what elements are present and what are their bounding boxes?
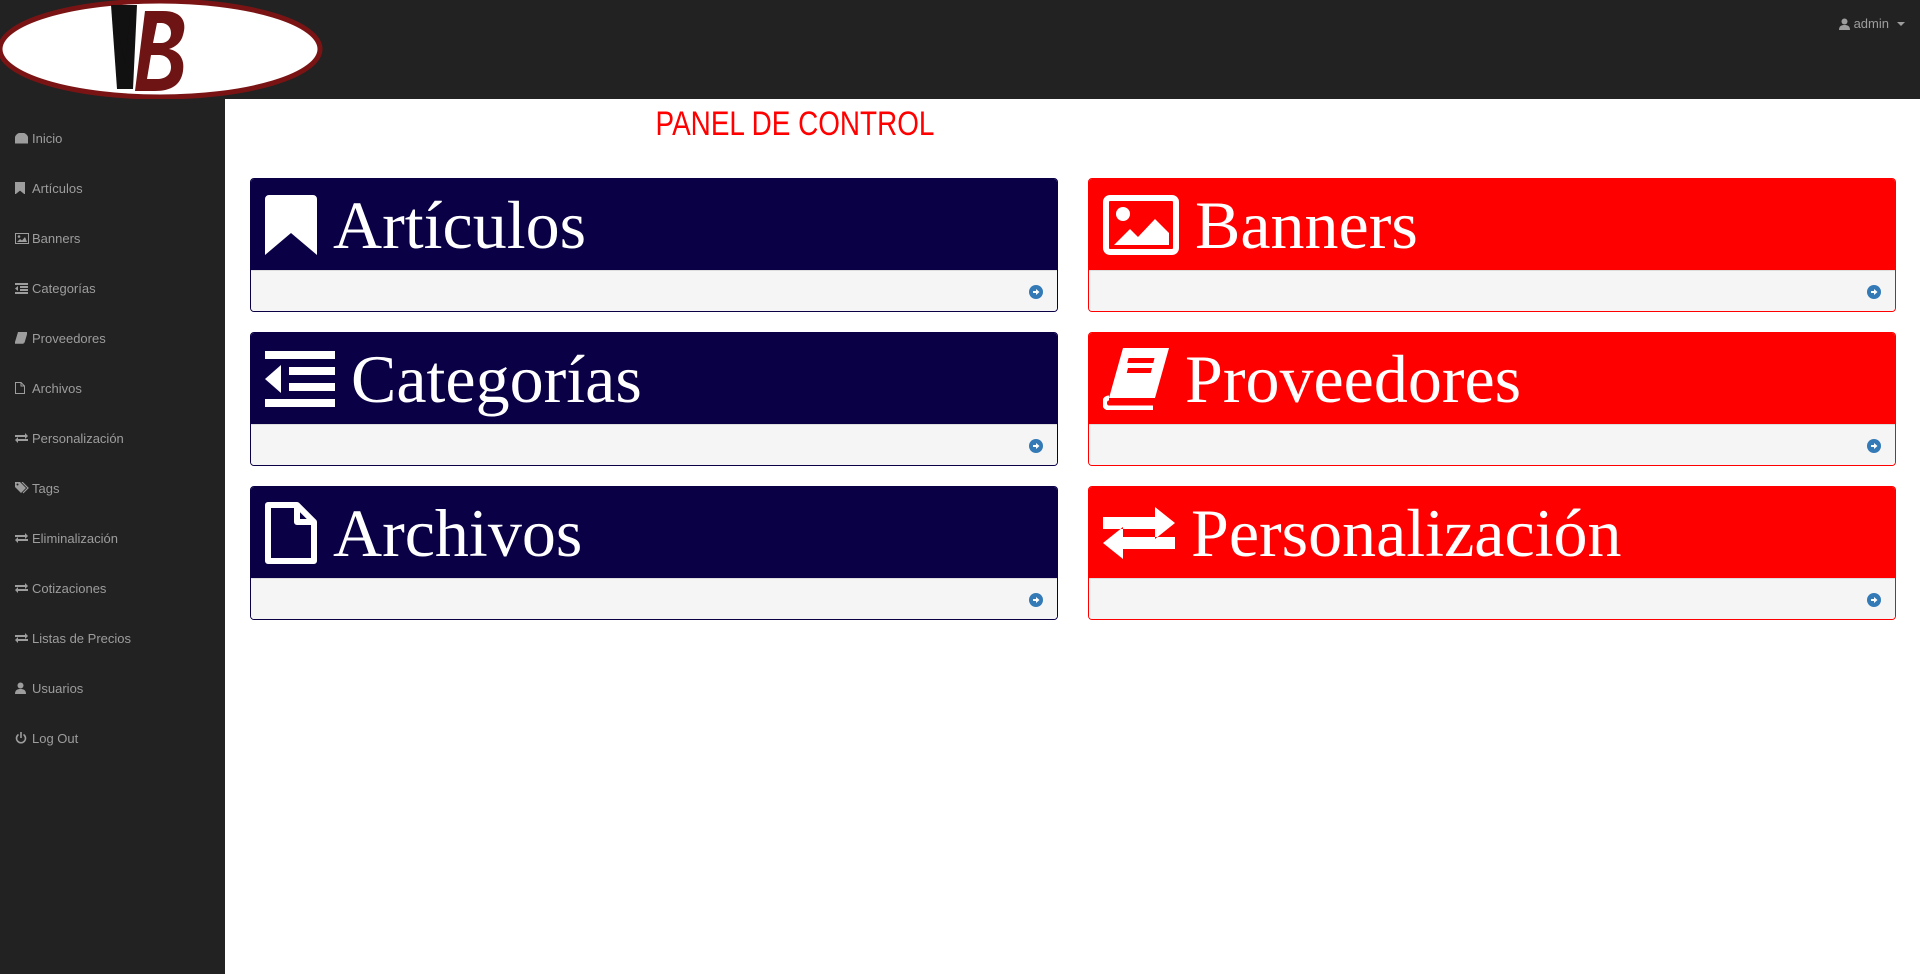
panel-label: Personalización bbox=[1191, 494, 1622, 571]
panel-articulos[interactable]: Artículos bbox=[250, 178, 1058, 312]
panel-archivos[interactable]: Archivos bbox=[250, 486, 1058, 620]
panel-label: Categorías bbox=[351, 340, 642, 417]
sidebar-item-label: Proveedores bbox=[32, 330, 106, 346]
panel-label: Artículos bbox=[333, 186, 587, 263]
top-navbar: admin bbox=[0, 0, 1920, 100]
sidebar-item-categorias[interactable]: Categorías bbox=[0, 263, 225, 313]
bookmark-icon bbox=[265, 194, 317, 255]
panel-footer[interactable] bbox=[1089, 424, 1895, 465]
list-indent-icon bbox=[265, 350, 335, 407]
panel-heading: Categorías bbox=[251, 333, 1057, 424]
brand-logo[interactable] bbox=[0, 0, 325, 100]
image-icon bbox=[15, 232, 29, 245]
file-icon bbox=[15, 382, 29, 395]
panel-heading: Artículos bbox=[251, 179, 1057, 270]
panel-proveedores[interactable]: Proveedores bbox=[1088, 332, 1896, 466]
sidebar-item-label: Cotizaciones bbox=[32, 580, 107, 596]
sidebar-item-tags[interactable]: Tags bbox=[0, 463, 225, 513]
sidebar-item-archivos[interactable]: Archivos bbox=[0, 363, 225, 413]
user-icon bbox=[1838, 18, 1850, 30]
sidebar-item-banners[interactable]: Banners bbox=[0, 213, 225, 263]
sidebar-item-usuarios[interactable]: Usuarios bbox=[0, 663, 225, 713]
sidebar-item-label: Personalización bbox=[32, 430, 124, 446]
sidebar-item-label: Log Out bbox=[32, 730, 79, 746]
panel-categorias[interactable]: Categorías bbox=[250, 332, 1058, 466]
sidebar-item-listas-de-precios[interactable]: Listas de Precios bbox=[0, 613, 225, 663]
exchange-icon bbox=[15, 582, 29, 595]
panel-footer[interactable] bbox=[1089, 578, 1895, 619]
sidebar-item-log-out[interactable]: Log Out bbox=[0, 713, 225, 763]
exchange-icon bbox=[1103, 506, 1175, 559]
panel-personalizacion[interactable]: Personalización bbox=[1088, 486, 1896, 620]
panel-footer[interactable] bbox=[251, 578, 1057, 619]
panel-label: Archivos bbox=[333, 494, 583, 571]
bookmark-icon bbox=[15, 182, 29, 195]
arrow-circle-right-icon[interactable] bbox=[1029, 439, 1043, 453]
page-title: PANEL DE CONTROL bbox=[655, 105, 935, 143]
sidebar-item-label: Artículos bbox=[32, 180, 83, 196]
panel-label: Banners bbox=[1195, 186, 1418, 263]
sidebar-item-label: Banners bbox=[32, 230, 81, 246]
panel-heading: Proveedores bbox=[1089, 333, 1895, 424]
exchange-icon bbox=[15, 632, 29, 645]
panel-footer[interactable] bbox=[251, 270, 1057, 311]
power-icon bbox=[15, 732, 29, 745]
sidebar-item-personalizacion[interactable]: Personalización bbox=[0, 413, 225, 463]
panel-heading: Archivos bbox=[251, 487, 1057, 578]
arrow-circle-right-icon[interactable] bbox=[1029, 285, 1043, 299]
sidebar-item-inicio[interactable]: Inicio bbox=[0, 113, 225, 163]
sidebar-item-articulos[interactable]: Artículos bbox=[0, 163, 225, 213]
arrow-circle-right-icon[interactable] bbox=[1867, 439, 1881, 453]
caret-down-icon bbox=[1897, 21, 1905, 26]
sidebar-item-proveedores[interactable]: Proveedores bbox=[0, 313, 225, 363]
arrow-circle-right-icon[interactable] bbox=[1867, 593, 1881, 607]
panel-heading: Personalización bbox=[1089, 487, 1895, 578]
exchange-icon bbox=[15, 432, 29, 445]
panel-footer[interactable] bbox=[251, 424, 1057, 465]
panel-label: Proveedores bbox=[1185, 340, 1522, 417]
sidebar-item-label: Archivos bbox=[32, 380, 82, 396]
sidebar-item-label: Categorías bbox=[32, 280, 96, 296]
arrow-circle-right-icon[interactable] bbox=[1867, 285, 1881, 299]
sidebar-item-label: Inicio bbox=[32, 130, 63, 146]
sidebar: Inicio Artículos Banners Categorías Prov… bbox=[0, 99, 225, 974]
panel-footer[interactable] bbox=[1089, 270, 1895, 311]
file-icon bbox=[265, 501, 317, 564]
book-icon bbox=[15, 332, 29, 345]
list-indent-icon bbox=[15, 282, 29, 295]
sidebar-item-label: Listas de Precios bbox=[32, 630, 131, 646]
user-menu-label: admin bbox=[1853, 16, 1889, 31]
user-icon bbox=[15, 682, 29, 695]
dashboard-icon bbox=[15, 132, 29, 145]
sidebar-item-label: Usuarios bbox=[32, 680, 84, 696]
sidebar-item-label: Tags bbox=[32, 480, 60, 496]
arrow-circle-right-icon[interactable] bbox=[1029, 593, 1043, 607]
tags-icon bbox=[15, 482, 29, 495]
panel-heading: Banners bbox=[1089, 179, 1895, 270]
book-icon bbox=[1103, 347, 1169, 410]
sidebar-item-cotizaciones[interactable]: Cotizaciones bbox=[0, 563, 225, 613]
exchange-icon bbox=[15, 532, 29, 545]
sidebar-item-label: Eliminalización bbox=[32, 530, 118, 546]
image-icon bbox=[1103, 194, 1179, 255]
user-menu-dropdown[interactable]: admin bbox=[1838, 16, 1905, 31]
panel-banners[interactable]: Banners bbox=[1088, 178, 1896, 312]
sidebar-item-eliminalizacion[interactable]: Eliminalización bbox=[0, 513, 225, 563]
